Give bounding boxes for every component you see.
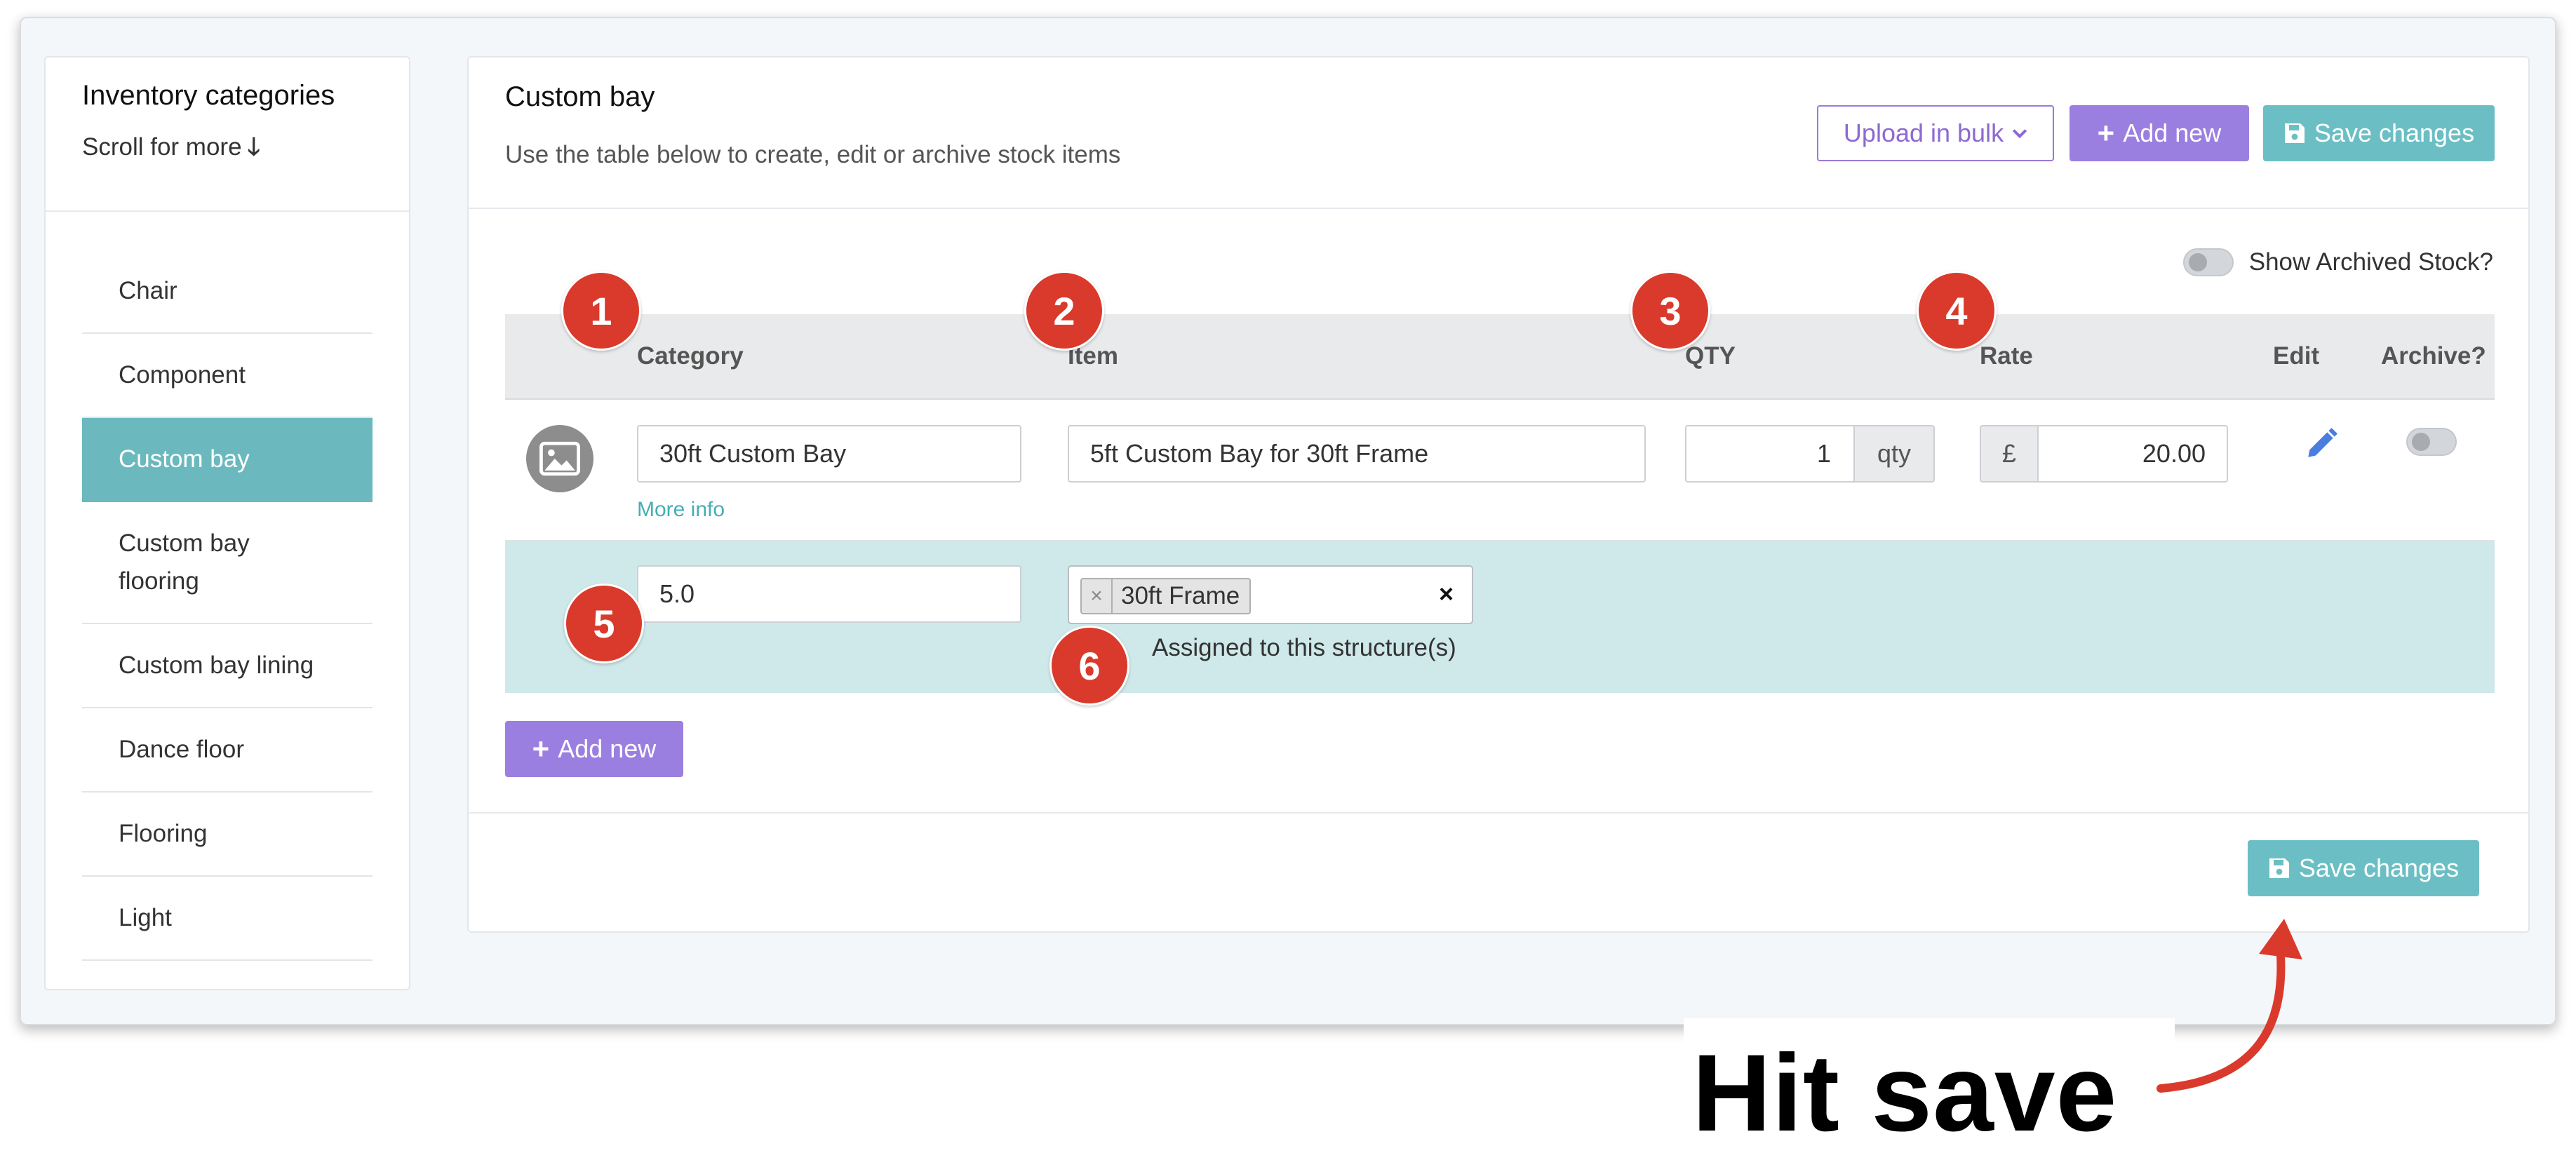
- currency-addon: £: [1980, 425, 2039, 483]
- callout-badge-4: 4: [1917, 271, 1997, 351]
- sidebar-item-custom-bay[interactable]: Custom bay: [82, 418, 373, 502]
- item-input[interactable]: 5ft Custom Bay for 30ft Frame: [1068, 425, 1646, 483]
- qty-field-group: 1 qty: [1685, 425, 1935, 483]
- image-icon: [539, 441, 580, 476]
- remove-tag-icon[interactable]: ×: [1082, 579, 1113, 613]
- structure-tag-label: 30ft Frame: [1121, 582, 1240, 609]
- sidebar-item-label: Light: [119, 904, 172, 931]
- sidebar-item-dance-floor[interactable]: Dance floor: [82, 708, 373, 793]
- rate-field-group: £ 20.00: [1980, 425, 2228, 483]
- footer-divider: [469, 812, 2528, 814]
- image-placeholder-icon[interactable]: [526, 425, 593, 492]
- sidebar-item-label: Chair: [119, 277, 177, 304]
- add-new-row-button[interactable]: + Add new: [505, 721, 683, 777]
- column-header-category: Category: [637, 342, 744, 370]
- sidebar-item-chair[interactable]: Chair: [82, 250, 373, 334]
- qty-input[interactable]: 1: [1685, 425, 1853, 483]
- assigned-structures-label: Assigned to this structure(s): [1152, 634, 1456, 661]
- save-changes-label: Save changes: [2314, 119, 2475, 147]
- arrow-down-icon: 🡓: [247, 133, 260, 161]
- archive-toggle[interactable]: [2406, 428, 2457, 456]
- column-header-qty: QTY: [1685, 342, 1736, 370]
- rate-input[interactable]: 20.00: [2039, 425, 2228, 483]
- structure-tag: × 30ft Frame: [1080, 578, 1252, 614]
- sidebar-item-label: Flooring: [119, 820, 208, 847]
- save-changes-button[interactable]: Save changes: [2263, 105, 2495, 161]
- category-list: Chair Component Custom bay Custom bay fl…: [46, 212, 409, 961]
- add-new-button[interactable]: + Add new: [2069, 105, 2249, 161]
- plus-icon: +: [2097, 116, 2115, 149]
- upload-in-bulk-button[interactable]: Upload in bulk: [1817, 105, 2054, 161]
- inventory-categories-sidebar: Inventory categories Scroll for more 🡓 Ch…: [44, 56, 410, 990]
- main-header: Custom bay Use the table below to create…: [469, 58, 2528, 209]
- scroll-hint-text: Scroll for more: [82, 133, 242, 161]
- structure-select[interactable]: × 30ft Frame ×: [1068, 565, 1473, 624]
- sidebar-item-label: Custom bay lining: [119, 652, 314, 679]
- curved-arrow-icon: [2156, 919, 2302, 1093]
- column-header-archive: Archive?: [2381, 342, 2486, 370]
- callout-badge-2: 2: [1024, 271, 1104, 351]
- sidebar-item-label: Component: [119, 361, 246, 389]
- plus-icon: +: [532, 732, 550, 765]
- column-header-rate: Rate: [1980, 342, 2033, 370]
- hit-save-annotation: Hit save: [1692, 1032, 2118, 1154]
- show-archived-label: Show Archived Stock?: [2248, 248, 2493, 276]
- callout-badge-5: 5: [564, 584, 644, 663]
- sidebar-item-light[interactable]: Light: [82, 877, 373, 961]
- table-row-detail: 5.0 × 30ft Frame × Assigned to this stru…: [505, 541, 2495, 693]
- sidebar-item-label: Custom bay flooring: [119, 530, 250, 595]
- add-new-label: Add new: [2123, 119, 2222, 147]
- table-header: Category Item QTY Rate Edit Archive?: [505, 314, 2495, 400]
- table-row: 30ft Custom Bay More info 5ft Custom Bay…: [505, 401, 2495, 541]
- add-new-row-label: Add new: [558, 734, 657, 763]
- scroll-hint: Scroll for more 🡓: [82, 130, 409, 171]
- clear-selection-icon[interactable]: ×: [1439, 579, 1454, 609]
- sidebar-item-label: Dance floor: [119, 736, 244, 763]
- sidebar-header: Inventory categories Scroll for more 🡓: [46, 58, 409, 212]
- more-info-link[interactable]: More info: [637, 498, 725, 522]
- sidebar-item-custom-bay-lining[interactable]: Custom bay lining: [82, 624, 373, 708]
- size-input[interactable]: 5.0: [637, 565, 1021, 623]
- callout-badge-3: 3: [1630, 271, 1710, 351]
- sidebar-item-flooring[interactable]: Flooring: [82, 793, 373, 877]
- floppy-disk-icon: [2284, 123, 2305, 143]
- save-changes-bottom-label: Save changes: [2298, 854, 2460, 882]
- category-input[interactable]: 30ft Custom Bay: [637, 425, 1021, 483]
- callout-badge-1: 1: [561, 271, 641, 351]
- floppy-disk-icon: [2269, 858, 2289, 878]
- show-archived-control: Show Archived Stock?: [2182, 248, 2493, 276]
- sidebar-title: Inventory categories: [82, 80, 335, 111]
- save-changes-bottom-button[interactable]: Save changes: [2248, 840, 2479, 896]
- qty-unit-addon: qty: [1853, 425, 1935, 483]
- show-archived-toggle[interactable]: [2182, 248, 2234, 276]
- main-panel: Custom bay Use the table below to create…: [467, 56, 2530, 933]
- column-header-edit: Edit: [2273, 342, 2320, 370]
- upload-in-bulk-label: Upload in bulk: [1843, 119, 2004, 147]
- pencil-icon[interactable]: [2304, 426, 2339, 461]
- callout-badge-6: 6: [1049, 626, 1129, 706]
- sidebar-item-custom-bay-flooring[interactable]: Custom bay flooring: [82, 502, 373, 624]
- sidebar-item-label: Custom bay: [119, 445, 250, 473]
- chevron-down-icon: [2012, 129, 2027, 139]
- sidebar-item-component[interactable]: Component: [82, 334, 373, 418]
